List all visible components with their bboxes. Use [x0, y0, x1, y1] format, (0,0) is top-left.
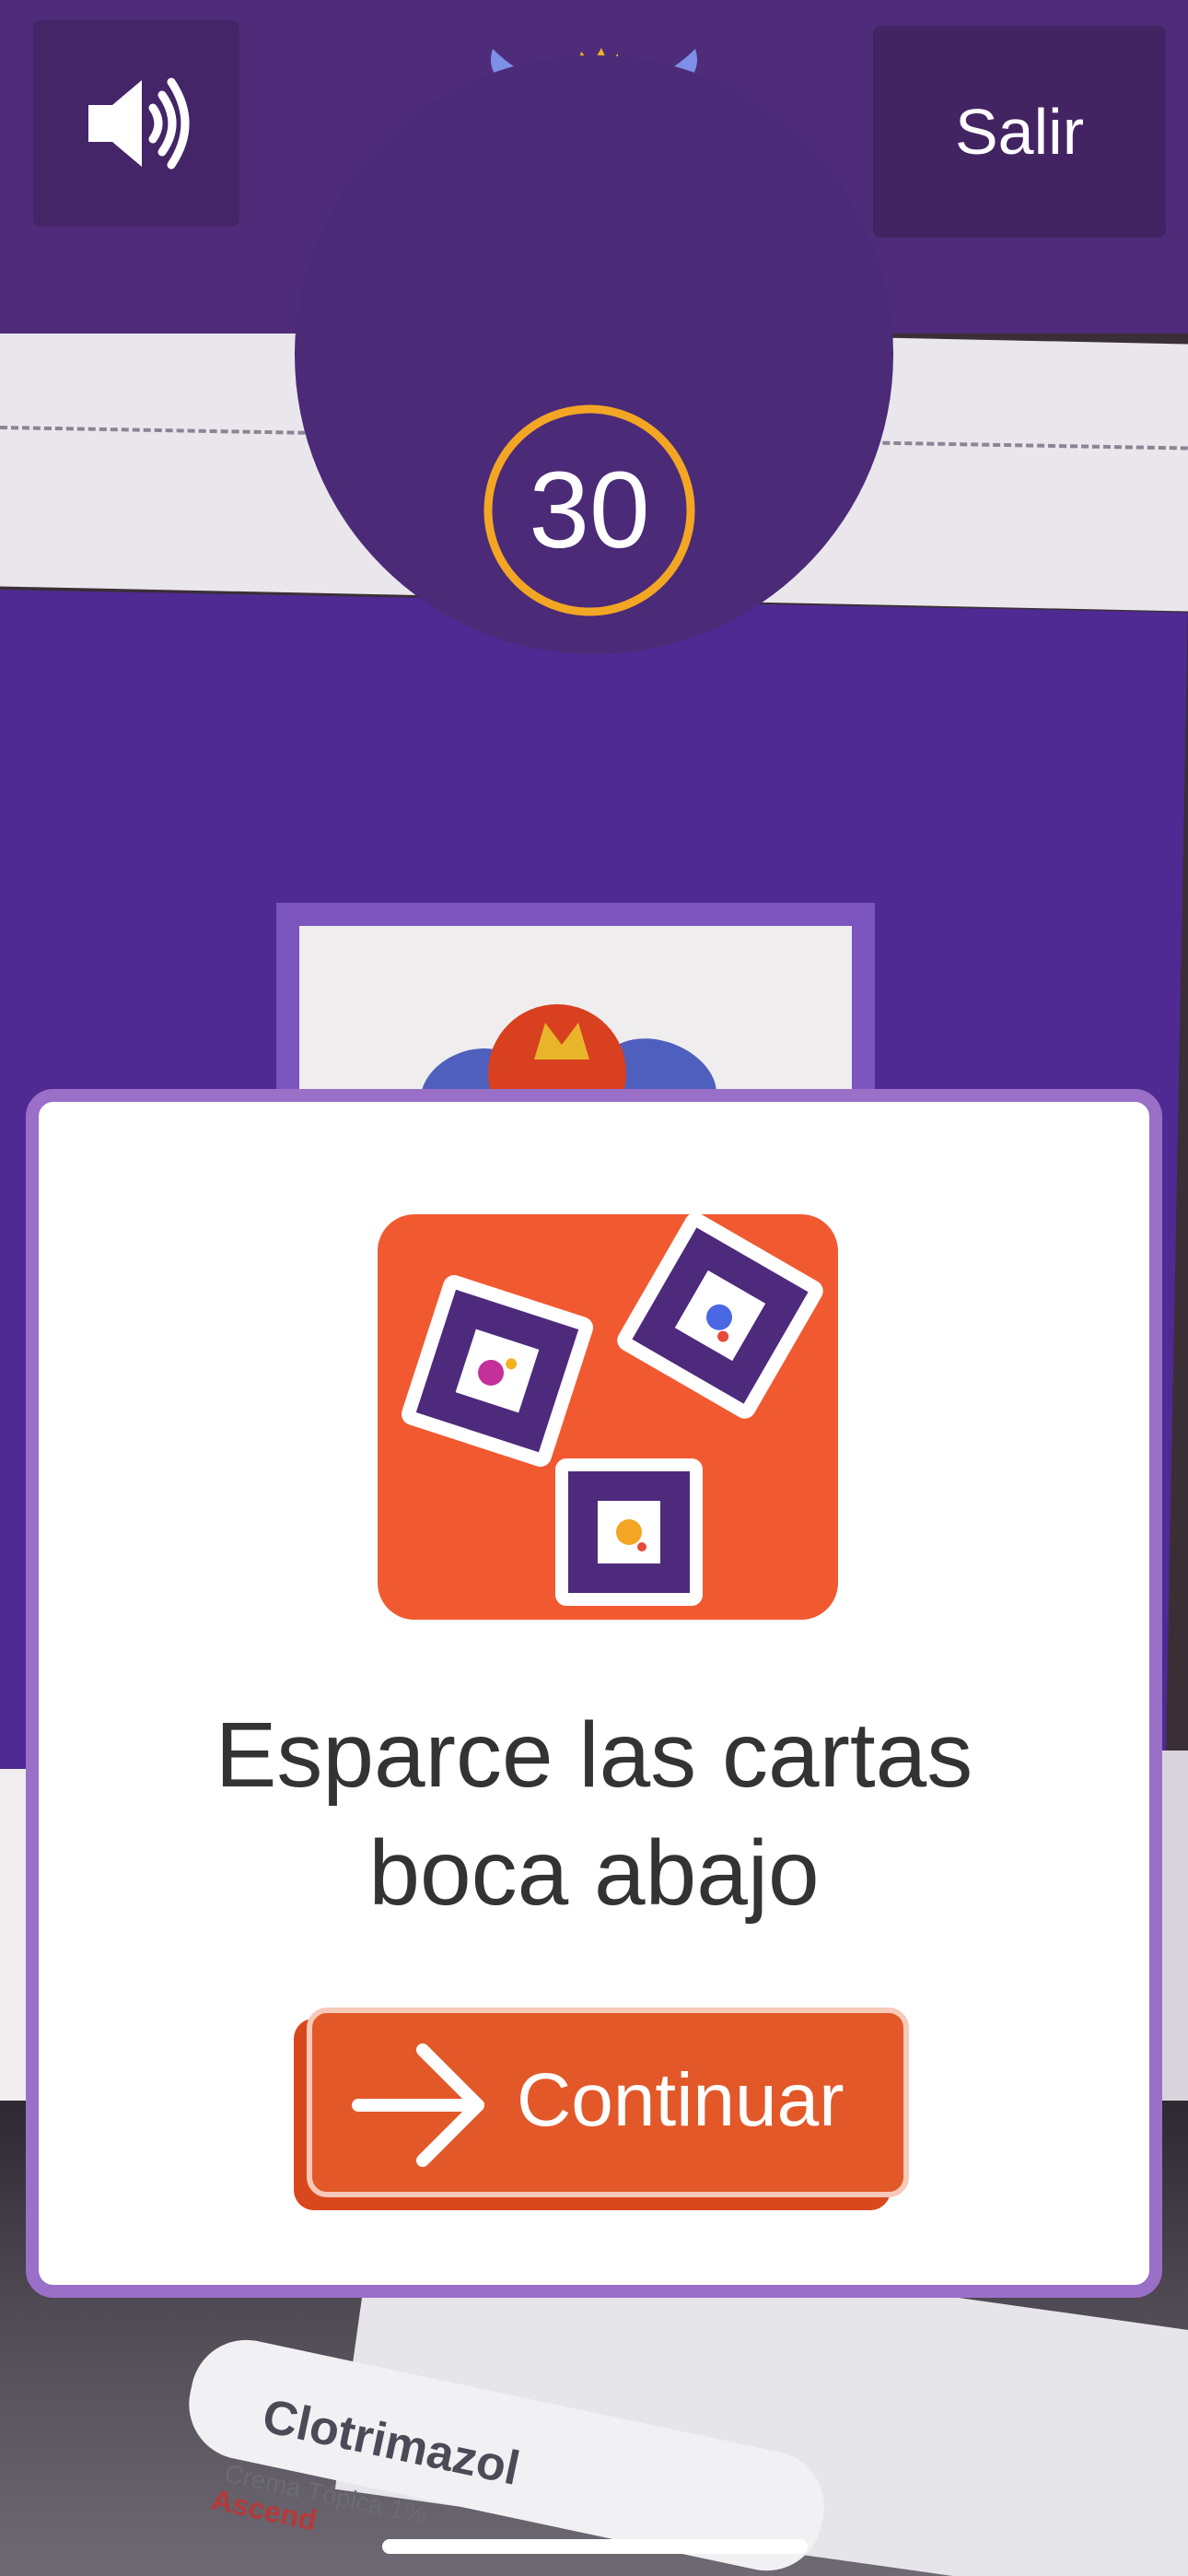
exit-button[interactable]: Salir [873, 26, 1166, 238]
home-indicator[interactable] [382, 2539, 808, 2554]
instruction-line-1: Esparce las cartas [215, 1704, 973, 1807]
arrow-right-icon [352, 2043, 484, 2167]
instruction-dialog: Esparce las cartas boca abajo Continuar [26, 1089, 1162, 2298]
continue-button-label: Continuar [517, 2058, 844, 2142]
instruction-text: Esparce las cartas boca abajo [76, 1696, 1112, 1932]
sound-toggle-button[interactable] [33, 20, 239, 227]
scattered-cards-illustration [378, 1214, 838, 1620]
continue-button[interactable]: Continuar [294, 2008, 920, 2219]
timer-value: 30 [529, 450, 650, 571]
speaker-sound-icon [88, 77, 190, 170]
continue-button-face[interactable]: Continuar [307, 2008, 909, 2197]
countdown-timer: 30 [482, 403, 697, 618]
instruction-line-2: boca abajo [368, 1821, 820, 1925]
